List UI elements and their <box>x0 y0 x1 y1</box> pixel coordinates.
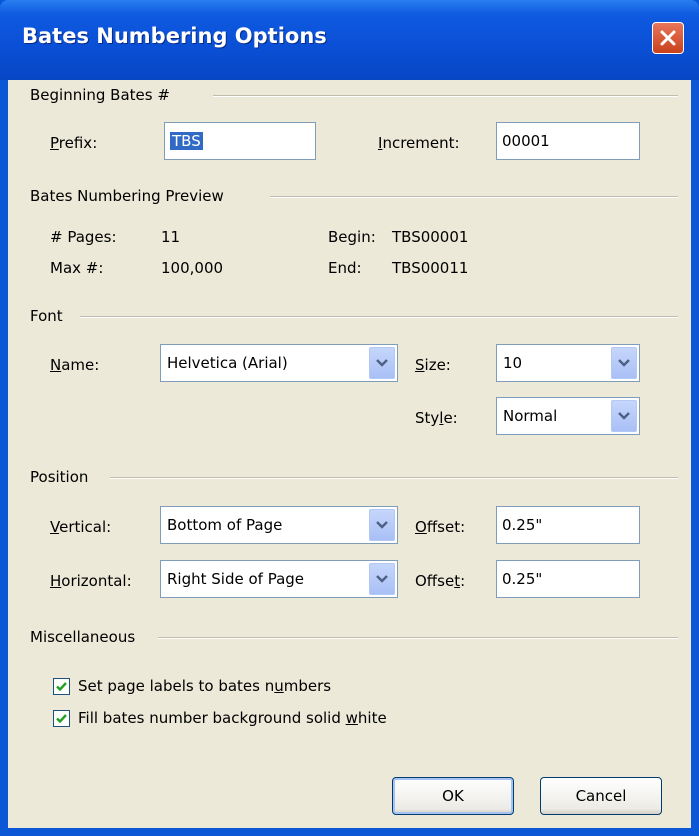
chevron-down-icon <box>376 521 388 529</box>
close-button[interactable] <box>652 22 684 54</box>
cancel-button[interactable]: Cancel <box>540 777 662 815</box>
vertical-label: Vertical: <box>50 518 112 536</box>
font-style-label: Style: <box>415 409 458 427</box>
increment-value: 00001 <box>502 132 550 150</box>
close-icon <box>660 30 676 46</box>
font-name-value: Helvetica (Arial) <box>167 354 288 372</box>
horizontal-offset-label: Offset: <box>415 572 466 590</box>
solid-white-checkbox[interactable] <box>53 710 70 727</box>
ok-button[interactable]: OK <box>392 777 514 815</box>
begin-value: TBS00001 <box>392 228 469 246</box>
misc-divider <box>158 637 678 639</box>
font-name-select[interactable]: Helvetica (Arial) <box>160 344 398 382</box>
page-labels-checkbox[interactable] <box>53 678 70 695</box>
vertical-dropdown-button[interactable] <box>369 509 395 541</box>
font-name-label: Name: <box>50 356 100 374</box>
vertical-select[interactable]: Bottom of Page <box>160 506 398 544</box>
font-size-label: Size: <box>415 356 451 374</box>
horizontal-dropdown-button[interactable] <box>369 563 395 595</box>
dialog-body: Beginning Bates # Prefix: TBS Increment:… <box>8 80 691 828</box>
font-group-label: Font <box>30 307 63 325</box>
vertical-offset-input[interactable]: 0.25" <box>496 506 640 544</box>
font-size-select[interactable]: 10 <box>496 344 640 382</box>
chevron-down-icon <box>618 359 630 367</box>
title-bar[interactable]: Bates Numbering Options <box>0 0 699 80</box>
end-value: TBS00011 <box>392 259 469 277</box>
max-label: Max #: <box>50 259 104 277</box>
end-label: End: <box>328 259 362 277</box>
position-group-label: Position <box>30 468 89 486</box>
font-name-dropdown-button[interactable] <box>369 347 395 379</box>
vertical-value: Bottom of Page <box>167 516 283 534</box>
prefix-value: TBS <box>170 132 203 150</box>
font-style-select[interactable]: Normal <box>496 397 640 435</box>
horizontal-offset-input[interactable]: 0.25" <box>496 560 640 598</box>
max-value: 100,000 <box>161 259 224 277</box>
chevron-down-icon <box>376 359 388 367</box>
vertical-offset-label: Offset: <box>415 518 466 536</box>
increment-label: Increment: <box>378 134 460 152</box>
font-style-value: Normal <box>503 407 558 425</box>
font-style-dropdown-button[interactable] <box>611 400 637 432</box>
dialog-title: Bates Numbering Options <box>22 24 327 48</box>
horizontal-label: Horizontal: <box>50 572 132 590</box>
page-labels-checkbox-label[interactable]: Set page labels to bates numbers <box>78 677 331 695</box>
misc-group-label: Miscellaneous <box>30 628 136 646</box>
bates-numbering-dialog: Bates Numbering Options Beginning Bates … <box>0 0 699 836</box>
increment-input[interactable]: 00001 <box>496 122 640 160</box>
horizontal-value: Right Side of Page <box>167 570 305 588</box>
font-size-dropdown-button[interactable] <box>611 347 637 379</box>
checkmark-icon <box>56 682 67 692</box>
beginning-divider <box>213 95 678 97</box>
pages-value: 11 <box>161 228 181 246</box>
beginning-group-label: Beginning Bates # <box>30 86 170 104</box>
horizontal-select[interactable]: Right Side of Page <box>160 560 398 598</box>
begin-label: Begin: <box>328 228 376 246</box>
prefix-input[interactable]: TBS <box>164 122 316 160</box>
chevron-down-icon <box>376 575 388 583</box>
chevron-down-icon <box>618 412 630 420</box>
solid-white-checkbox-label[interactable]: Fill bates number background solid white <box>78 709 387 727</box>
position-divider <box>110 477 678 479</box>
pages-label: # Pages: <box>50 228 117 246</box>
font-divider <box>80 316 678 318</box>
checkmark-icon <box>56 714 67 724</box>
font-size-value: 10 <box>503 354 523 372</box>
preview-group-label: Bates Numbering Preview <box>30 187 224 205</box>
prefix-label: Prefix: <box>50 134 98 152</box>
preview-divider <box>270 196 678 198</box>
horizontal-offset-value: 0.25" <box>502 570 543 588</box>
vertical-offset-value: 0.25" <box>502 516 543 534</box>
